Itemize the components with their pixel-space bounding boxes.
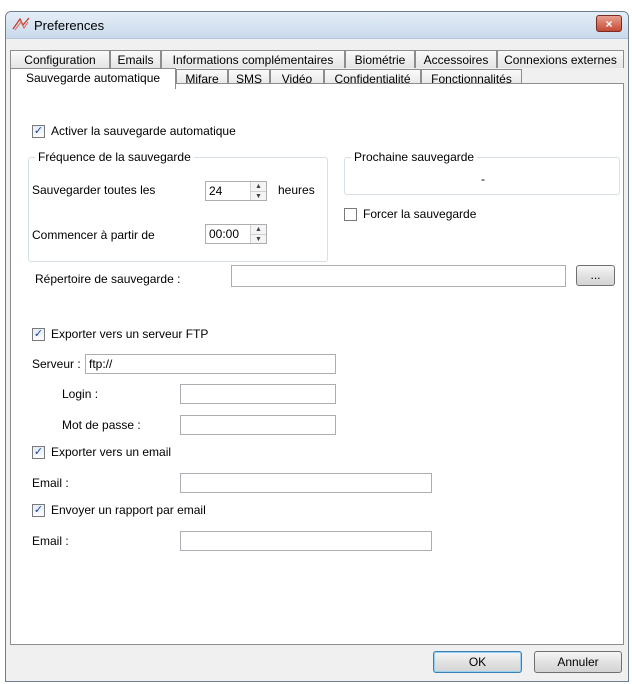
enable-autosave-label: Activer la sauvegarde automatique	[51, 124, 236, 138]
start-time-value: 00:00	[209, 227, 240, 241]
start-time-picker[interactable]: 00:00 ▲ ▼	[205, 224, 267, 244]
ftp-password-input[interactable]	[180, 415, 336, 435]
ftp-export-label: Exporter vers un serveur FTP	[51, 327, 209, 341]
start-from-label: Commencer à partir de	[32, 228, 155, 242]
tab-informations[interactable]: Informations complémentaires	[161, 50, 345, 68]
force-save-checkbox[interactable]	[344, 208, 357, 221]
next-save-group-title: Prochaine sauvegarde	[351, 150, 478, 164]
directory-label: Répertoire de sauvegarde :	[35, 272, 181, 286]
dialog-body: Configuration Emails Informations complé…	[10, 45, 624, 645]
save-every-spin[interactable]: ▲ ▼	[250, 182, 266, 200]
tab-accessoires[interactable]: Accessoires	[415, 50, 497, 68]
ftp-password-label: Mot de passe :	[62, 418, 141, 432]
frequency-groupbox: Fréquence de la sauvegarde Sauvegarder t…	[28, 150, 328, 262]
next-save-value: -	[481, 172, 485, 186]
ftp-export-checkbox[interactable]: ✓	[32, 328, 45, 341]
save-every-value: 24	[209, 184, 223, 198]
ok-button[interactable]: OK	[433, 651, 522, 673]
browse-button[interactable]: ...	[576, 265, 615, 286]
cancel-button[interactable]: Annuler	[534, 651, 622, 673]
preferences-window: Preferences × Configuration Emails Infor…	[5, 11, 629, 682]
tab-panel-sauvegarde: ✓ Activer la sauvegarde automatique Fréq…	[10, 83, 624, 645]
report-email-label: Envoyer un rapport par email	[51, 503, 206, 517]
report-email-checkbox[interactable]: ✓	[32, 504, 45, 517]
save-every-unit: heures	[278, 183, 315, 197]
tab-row-top: Configuration Emails Informations complé…	[10, 50, 624, 69]
tab-emails[interactable]: Emails	[110, 50, 161, 68]
tab-configuration[interactable]: Configuration	[10, 50, 110, 68]
start-time-spin[interactable]: ▲ ▼	[250, 225, 266, 243]
directory-input[interactable]	[231, 265, 566, 287]
email-export-label: Exporter vers un email	[51, 445, 172, 459]
spin-down-icon[interactable]: ▼	[251, 235, 266, 243]
ftp-login-label: Login :	[62, 387, 99, 401]
email-export-checkbox[interactable]: ✓	[32, 446, 45, 459]
spin-down-icon[interactable]: ▼	[251, 192, 266, 200]
ftp-server-input[interactable]: ftp://	[85, 354, 336, 374]
ftp-server-label: Serveur :	[32, 357, 81, 371]
report-email-address-label: Email :	[32, 534, 69, 548]
spin-up-icon[interactable]: ▲	[251, 225, 266, 235]
title-bar[interactable]: Preferences ×	[6, 12, 628, 39]
report-email-input[interactable]	[180, 531, 432, 551]
save-every-stepper[interactable]: 24 ▲ ▼	[205, 181, 267, 201]
email-export-email-label: Email :	[32, 476, 69, 490]
save-every-label: Sauvegarder toutes les	[32, 183, 156, 197]
spin-up-icon[interactable]: ▲	[251, 182, 266, 192]
ftp-login-input[interactable]	[180, 384, 336, 404]
tab-biometrie[interactable]: Biométrie	[345, 50, 415, 68]
force-save-label: Forcer la sauvegarde	[363, 207, 477, 221]
email-export-input[interactable]	[180, 473, 432, 493]
enable-autosave-checkbox[interactable]: ✓	[32, 125, 45, 138]
window-title: Preferences	[34, 18, 105, 33]
tab-connexions-externes[interactable]: Connexions externes	[497, 50, 624, 68]
next-save-groupbox: Prochaine sauvegarde -	[344, 150, 620, 195]
frequency-group-title: Fréquence de la sauvegarde	[35, 150, 194, 164]
close-button[interactable]: ×	[596, 15, 622, 32]
tab-sauvegarde-automatique[interactable]: Sauvegarde automatique	[10, 68, 176, 89]
app-logo-icon	[12, 17, 30, 31]
